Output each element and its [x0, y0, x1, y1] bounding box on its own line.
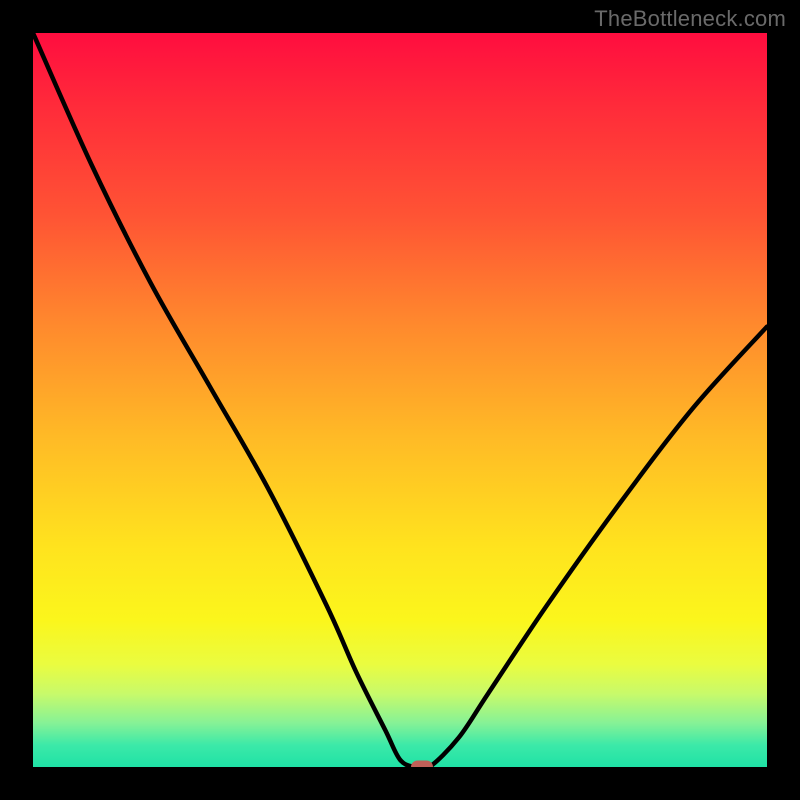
minimum-marker — [411, 761, 433, 768]
chart-frame: TheBottleneck.com — [0, 0, 800, 800]
plot-area — [33, 33, 767, 767]
bottleneck-curve — [33, 33, 767, 767]
watermark-text: TheBottleneck.com — [594, 6, 786, 32]
